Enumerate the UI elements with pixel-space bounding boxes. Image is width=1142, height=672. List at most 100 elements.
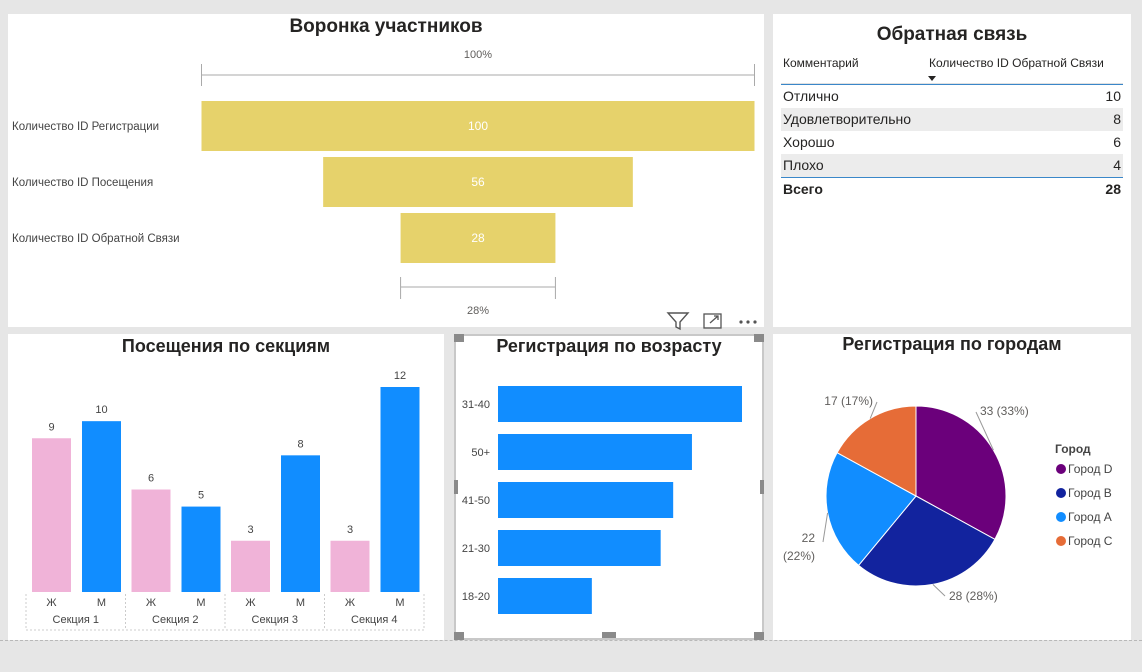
visits-group-label: Секция 3: [252, 614, 298, 626]
age-tick-label: 41-50: [462, 495, 490, 507]
column-header-comment[interactable]: Комментарий: [781, 54, 859, 83]
visits-tick-label: М: [97, 597, 106, 609]
funnel-category-label: Количество ID Обратной Связи: [12, 233, 180, 245]
visits-bar: [32, 438, 71, 592]
age-bar: [498, 578, 592, 614]
pie-data-label: 22: [802, 531, 816, 545]
legend-marker: [1056, 536, 1066, 546]
funnel-tile[interactable]: Воронка участников 100% 100 Количество ID …: [8, 14, 764, 327]
funnel-category-label: Количество ID Регистрации: [12, 121, 159, 133]
column-header-count[interactable]: Количество ID Обратной Связи: [929, 54, 1123, 83]
row-value: 8: [1113, 111, 1121, 127]
table-row[interactable]: Хорошо 6: [781, 131, 1123, 154]
funnel-top-percent: 100%: [464, 49, 492, 61]
visits-tick-label: М: [395, 597, 404, 609]
table-total-row: Всего 28: [781, 177, 1123, 200]
pie-leader-line: [932, 584, 946, 597]
visits-data-label: 12: [394, 370, 406, 382]
visits-bar: [181, 506, 221, 592]
legend-item-label: Город B: [1068, 486, 1112, 500]
more-options-icon[interactable]: [736, 311, 760, 336]
table-row[interactable]: Удовлетворительно 8: [781, 108, 1123, 131]
feedback-table: Комментарий Количество ID Обратной Связи…: [781, 54, 1123, 200]
visits-tick-label: Ж: [245, 597, 255, 609]
resize-handle: [760, 480, 764, 494]
pie-data-label: 33 (33%): [980, 404, 1029, 418]
table-row[interactable]: Отлично 10: [781, 85, 1123, 108]
visits-bar: [330, 540, 370, 592]
visits-tick-label: Ж: [46, 597, 56, 609]
cities-tile[interactable]: Регистрация по городам 33 (33%) 28 (28%) 1…: [773, 334, 1131, 640]
age-tile[interactable]: Регистрация по возрасту 31-40 50+ 41-50 21-…: [454, 334, 764, 640]
pie-data-label: (22%): [783, 549, 815, 563]
resize-handle: [454, 480, 458, 494]
visits-tick-label: Ж: [345, 597, 355, 609]
legend-item-label: Город C: [1068, 534, 1113, 548]
age-tick-label: 50+: [471, 447, 490, 459]
visits-data-label: 3: [347, 524, 353, 536]
visits-tick-label: М: [296, 597, 305, 609]
age-tick-label: 18-20: [462, 591, 490, 603]
funnel-data-label: 28: [471, 231, 485, 245]
legend-title: Город: [1055, 442, 1091, 456]
visits-group-label: Секция 4: [351, 614, 397, 626]
funnel-data-label: 100: [468, 119, 488, 133]
row-label: Удовлетворительно: [783, 111, 912, 127]
row-label: Отлично: [783, 88, 839, 104]
visits-chart: 9 Ж 10 М 6 Ж 5 М 3 Ж 8 М 3 Ж 12 М Секция 1 Секция 2 Секция…: [25, 370, 425, 631]
row-label: Плохо: [783, 157, 824, 173]
legend-marker: [1056, 512, 1066, 522]
resize-handle: [454, 334, 464, 342]
funnel-data-label: 56: [471, 175, 485, 189]
pie-data-label: 17 (17%): [824, 394, 873, 408]
page-bottom-area: [0, 640, 1142, 672]
table-row[interactable]: Плохо 4: [781, 154, 1123, 177]
age-chart: 31-40 50+ 41-50 21-30 18-20: [454, 334, 764, 640]
visits-bar: [82, 421, 121, 592]
row-label: Хорошо: [783, 134, 835, 150]
visits-tick-label: М: [196, 597, 205, 609]
visits-group-label: Секция 2: [152, 614, 198, 626]
feedback-tile[interactable]: Обратная связь Комментарий Количество ID…: [773, 14, 1131, 327]
table-header: Комментарий Количество ID Обратной Связи: [781, 54, 1123, 84]
age-bar: [498, 386, 742, 422]
pie-data-label: 28 (28%): [949, 589, 998, 603]
visits-data-label: 6: [148, 473, 154, 485]
row-value: 4: [1113, 157, 1121, 173]
total-value: 28: [1105, 181, 1121, 197]
pie-leader-line: [822, 512, 829, 543]
funnel-bottom-percent: 28%: [467, 305, 489, 317]
total-label: Всего: [783, 181, 823, 197]
visits-bar: [380, 387, 420, 592]
funnel-category-label: Количество ID Посещения: [12, 177, 153, 189]
visits-data-label: 8: [297, 438, 303, 450]
age-bar: [498, 434, 692, 470]
age-bar: [498, 482, 674, 518]
legend-item-label: Город A: [1068, 510, 1112, 524]
visits-tick-label: Ж: [146, 597, 156, 609]
visual-header: [666, 311, 760, 336]
filter-icon[interactable]: [666, 311, 690, 336]
visits-data-label: 3: [247, 524, 253, 536]
cities-chart: 33 (33%) 28 (28%) 17 (17%) 22 (22%) Город Горо…: [783, 394, 1113, 603]
visits-data-label: 10: [95, 404, 107, 416]
resize-handle: [602, 632, 616, 638]
row-value: 6: [1113, 134, 1121, 150]
visits-bar: [131, 489, 171, 592]
age-tick-label: 31-40: [462, 399, 490, 411]
resize-handle: [454, 632, 464, 640]
age-bar: [498, 530, 661, 566]
funnel-chart: 100% 100 Количество ID Регистрации 56 Количе…: [12, 49, 755, 317]
visits-group-label: Секция 1: [53, 614, 99, 626]
focus-mode-icon[interactable]: [702, 311, 724, 336]
legend-item-label: Город D: [1068, 462, 1113, 476]
sort-desc-icon[interactable]: [928, 76, 936, 81]
feedback-title: Обратная связь: [876, 24, 1028, 45]
visits-data-label: 5: [198, 490, 204, 502]
visits-bar: [231, 540, 270, 592]
resize-handle: [754, 632, 764, 640]
visits-bar: [281, 455, 320, 592]
legend-marker: [1056, 464, 1066, 474]
legend-marker: [1056, 488, 1066, 498]
visits-tile[interactable]: Посещения по секциям 9 Ж 10 М 6 Ж 5 М 3 Ж 8 М 3 Ж 12 М С…: [8, 334, 444, 640]
